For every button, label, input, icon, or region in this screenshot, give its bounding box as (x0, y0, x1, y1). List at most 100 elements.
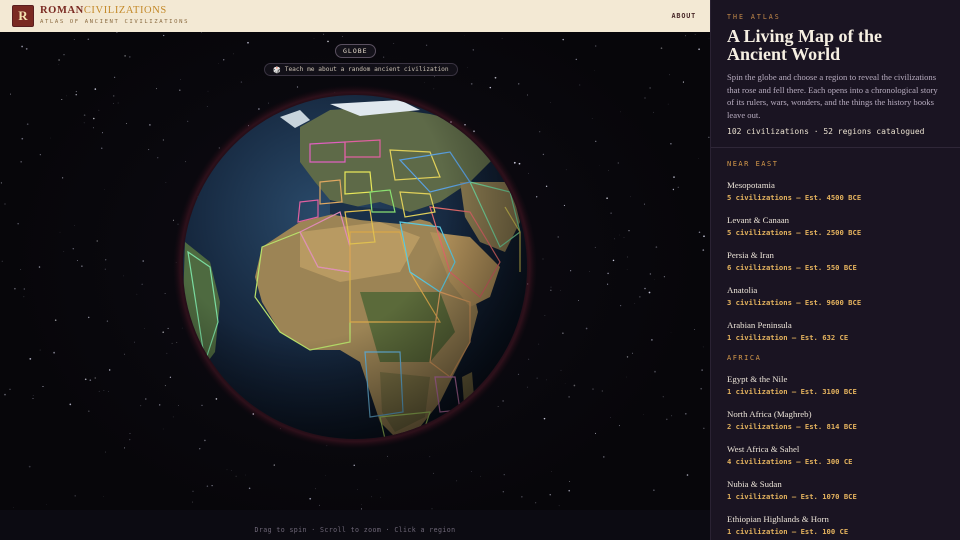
star (163, 34, 165, 37)
region-meta: 3 civilizations — Est. 9600 BCE (727, 298, 862, 308)
globe-shading (183, 95, 527, 439)
random-civilization-button[interactable]: 🎲 Teach me about a random ancient civili… (264, 63, 458, 76)
region-name: Arabian Peninsula (727, 320, 792, 331)
star (502, 400, 504, 402)
region-name: West Africa & Sahel (727, 444, 800, 455)
star (187, 120, 189, 123)
star (116, 32, 118, 34)
star (106, 320, 109, 322)
star (575, 58, 578, 61)
random-civilization-label: Teach me about a random ancient civiliza… (284, 66, 449, 73)
region-item-anatolia[interactable]: Anatolia 3 civilizations — Est. 9600 BCE (727, 285, 944, 307)
globe-stage[interactable]: GLOBE 🎲 Teach me about a random ancient … (0, 32, 710, 540)
star (87, 316, 90, 319)
star (201, 404, 203, 407)
star (200, 32, 203, 33)
region-item-nubia-sudan[interactable]: Nubia & Sudan 1 civilization — Est. 1070… (727, 479, 944, 501)
region-item-mesopotamia[interactable]: Mesopotamia 5 civilizations — Est. 4500 … (727, 180, 944, 202)
star (206, 485, 209, 487)
star (551, 471, 552, 472)
star (542, 153, 545, 156)
star (240, 81, 243, 83)
star (144, 328, 145, 329)
star (536, 377, 538, 379)
star (606, 197, 608, 200)
star (502, 491, 504, 493)
star (105, 259, 107, 261)
star (207, 90, 209, 92)
star (233, 53, 234, 55)
region-name: Ethiopian Highlands & Horn (727, 514, 829, 525)
star (76, 260, 78, 261)
star (603, 456, 605, 458)
star (671, 415, 673, 417)
region-name: North Africa (Maghreb) (727, 409, 812, 420)
star (591, 118, 593, 120)
star (192, 501, 193, 503)
star (124, 353, 125, 355)
region-item-arabian-peninsula[interactable]: Arabian Peninsula 1 civilization — Est. … (727, 320, 944, 342)
star (268, 102, 269, 104)
star (550, 286, 552, 288)
star (166, 352, 168, 354)
star (545, 185, 548, 187)
star (489, 86, 492, 89)
star (21, 45, 23, 48)
star (497, 405, 499, 407)
about-link[interactable]: ABOUT (672, 12, 696, 20)
star (26, 123, 29, 125)
brand-subtitle: ATLAS OF ANCIENT CIVILIZATIONS (40, 18, 190, 25)
region-section-near-east: NEAR EAST Mesopotamia 5 civilizations — … (727, 160, 944, 342)
star (610, 212, 612, 214)
brand[interactable]: ROMANCIVILIZATIONS ATLAS OF ANCIENT CIVI… (40, 6, 189, 25)
star (315, 488, 316, 490)
star (503, 474, 505, 476)
region-item-ethiopian-highlands[interactable]: Ethiopian Highlands & Horn 1 civilizatio… (727, 514, 944, 536)
star (700, 387, 703, 390)
star (526, 386, 528, 388)
star (164, 293, 166, 294)
star (433, 472, 435, 474)
star (108, 391, 109, 392)
sidebar-eyebrow: THE ATLAS (727, 13, 781, 21)
star (134, 341, 135, 343)
globe-canvas[interactable] (0, 32, 710, 540)
star (223, 59, 225, 61)
region-item-egypt-nile[interactable]: Egypt & the Nile 1 civilization — Est. 3… (727, 374, 944, 396)
star (456, 480, 458, 482)
star (592, 388, 594, 390)
hint-bar: Drag to spin · Scroll to zoom · Click a … (0, 510, 710, 540)
sidebar-title: A Living Map of the Ancient World (727, 26, 883, 64)
star (595, 45, 597, 47)
region-item-persia-iran[interactable]: Persia & Iran 6 civilizations — Est. 550… (727, 250, 944, 272)
star (557, 236, 559, 238)
star (9, 388, 11, 390)
star (666, 418, 668, 421)
star (58, 64, 60, 66)
star (72, 247, 75, 250)
star (167, 327, 169, 329)
star (703, 235, 705, 238)
star (380, 496, 382, 498)
star (172, 416, 174, 418)
star (94, 377, 96, 379)
star (550, 289, 552, 291)
star (142, 260, 144, 262)
region-item-west-africa-sahel[interactable]: West Africa & Sahel 4 civilizations — Es… (727, 444, 944, 466)
logo-icon[interactable]: R (12, 5, 34, 27)
star (471, 471, 472, 472)
view-mode-button[interactable]: GLOBE (335, 44, 376, 58)
star (176, 342, 178, 344)
region-item-north-africa[interactable]: North Africa (Maghreb) 2 civilizations —… (727, 409, 944, 431)
sidebar-divider (711, 147, 960, 149)
star (309, 497, 312, 500)
star (433, 88, 435, 90)
region-item-levant-canaan[interactable]: Levant & Canaan 5 civilizations — Est. 2… (727, 215, 944, 237)
star (608, 170, 609, 171)
star (653, 111, 655, 113)
region-name: Egypt & the Nile (727, 374, 788, 385)
star (296, 86, 299, 88)
star (698, 231, 701, 233)
star (634, 303, 636, 304)
star (433, 76, 435, 78)
